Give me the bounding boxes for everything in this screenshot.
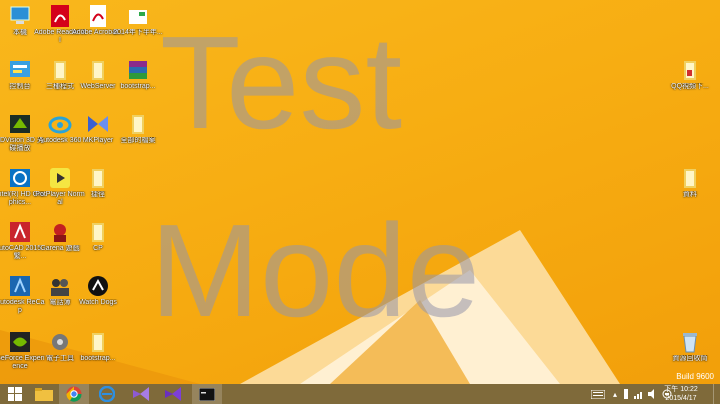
geforce-icon — [7, 330, 33, 354]
folder-icon — [85, 166, 111, 190]
pdf-doc-icon — [85, 4, 111, 28]
archive-icon — [125, 58, 151, 82]
taskbar-file-explorer[interactable] — [29, 384, 59, 404]
show-desktop-button[interactable] — [713, 384, 720, 404]
visual-studio-icon — [165, 387, 181, 401]
start-button[interactable] — [0, 384, 30, 404]
desktop-icon-document[interactable]: 2014年下半年... — [112, 4, 164, 37]
document-icon — [125, 4, 151, 28]
folder-icon — [677, 58, 703, 82]
desktop-icon-all-files[interactable]: 全部的檔案 — [112, 112, 164, 145]
autodesk-360-icon — [47, 112, 73, 136]
3d-vision-icon — [7, 112, 33, 136]
recap-icon — [7, 274, 33, 298]
chrome-icon — [66, 386, 82, 402]
taskbar-visual-studio-2[interactable] — [158, 384, 188, 404]
contacts-icon — [47, 274, 73, 298]
watch-dogs-icon — [85, 274, 111, 298]
pdf-icon — [47, 4, 73, 28]
folder-icon — [35, 388, 53, 401]
taskbar-clock[interactable]: 下午 10:22 2015/4/17 — [656, 385, 706, 403]
cmd-icon — [199, 387, 215, 401]
garena-icon — [47, 220, 73, 244]
network-icon[interactable] — [633, 384, 645, 404]
show-hidden-icons-icon[interactable]: ▴ — [610, 384, 620, 404]
control-panel-icon — [7, 58, 33, 82]
desktop-icon-shortcut-folder[interactable]: 捷徑 — [72, 166, 124, 199]
taskbar-visual-studio-1[interactable] — [126, 384, 156, 404]
recycle-bin-icon — [677, 330, 703, 354]
desktop-wallpaper: Test Mode 本機 控制台 3DVision 3D 光碟播放 Intel(… — [0, 0, 720, 384]
desktop-icon-cp-folder[interactable]: CP — [72, 220, 124, 253]
clock-date: 2015/4/17 — [665, 395, 697, 402]
taskbar-chrome[interactable] — [59, 384, 89, 404]
folder-icon — [85, 58, 111, 82]
computer-icon — [7, 4, 33, 28]
touch-keyboard-icon[interactable] — [588, 384, 608, 404]
taskbar: ▴ 下午 10:22 2015/4/17 — [0, 384, 720, 404]
power-icon[interactable] — [621, 384, 631, 404]
autocad-icon — [7, 220, 33, 244]
folder-icon — [125, 112, 151, 136]
windows-icon — [8, 387, 22, 401]
taskbar-command-prompt[interactable] — [192, 384, 222, 404]
desktop-icon-watch-dogs[interactable]: Watch Dogs — [72, 274, 124, 307]
desktop-icon-data-folder[interactable]: 資料 — [664, 166, 716, 199]
folder-icon — [85, 220, 111, 244]
tools-icon — [47, 330, 73, 354]
taskbar-internet-explorer[interactable] — [92, 384, 122, 404]
player-icon — [85, 112, 111, 136]
potplayer-icon — [47, 166, 73, 190]
folder-icon — [47, 58, 73, 82]
desktop-icon-qq-video-folder[interactable]: QQ視頻下... — [664, 58, 716, 91]
desktop-icon-bootstrap-archive[interactable]: bootstrap... — [112, 58, 164, 91]
clock-time: 下午 10:22 — [664, 386, 698, 393]
folder-icon — [677, 166, 703, 190]
desktop-icon-recycle-bin[interactable]: 資源回收筒 — [664, 330, 716, 363]
build-version-text: Build 9600 — [676, 372, 714, 381]
ie-icon — [99, 386, 115, 402]
visual-studio-icon — [133, 387, 149, 401]
desktop-icon-bootstrap-folder[interactable]: bootstrap... — [72, 330, 124, 363]
intel-graphics-icon — [7, 166, 33, 190]
folder-icon — [85, 330, 111, 354]
